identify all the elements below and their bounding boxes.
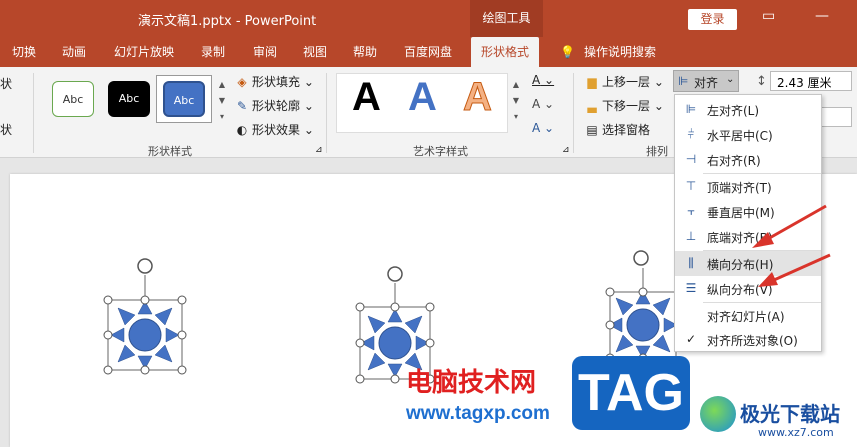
watermark-cn: 电脑技术网	[406, 367, 537, 397]
site-logo-url: www.xz7.com	[758, 426, 834, 439]
arrow-to-distribute-horizontal	[752, 204, 827, 248]
tag-logo: TAG	[572, 356, 690, 430]
site-logo-text: 极光下载站	[740, 402, 840, 426]
aurora-logo-icon	[700, 396, 736, 432]
arrow-to-distribute-vertical	[758, 253, 831, 287]
watermark-url: www.tagxp.com	[406, 403, 550, 424]
